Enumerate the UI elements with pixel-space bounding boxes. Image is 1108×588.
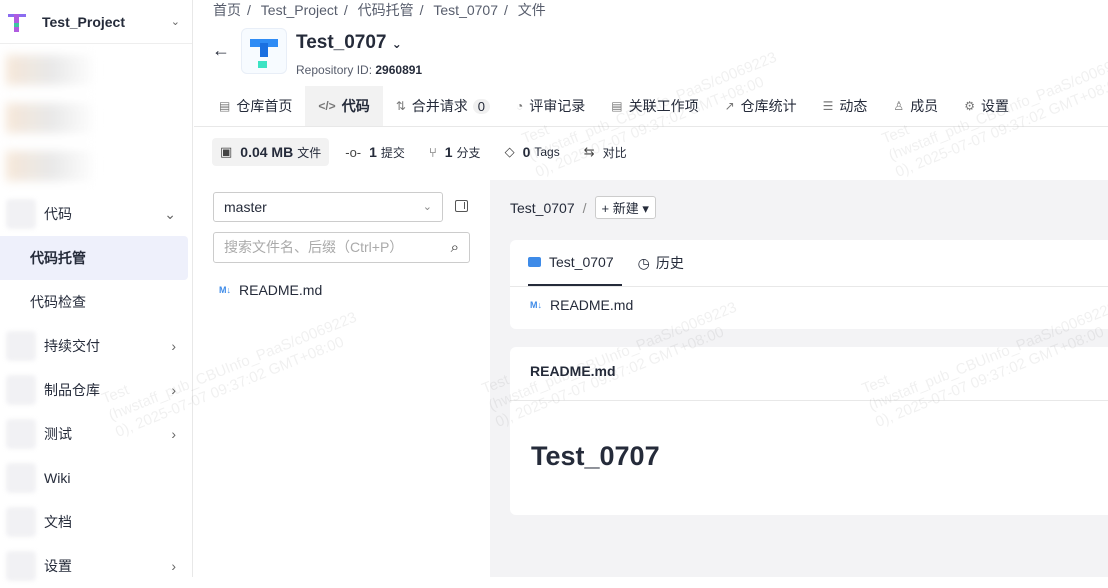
readme-title: README.md (510, 347, 1108, 401)
tab-members[interactable]: ♙ 成员 (880, 86, 951, 126)
merge-icon: ⇅ (395, 99, 406, 113)
stat-compare[interactable]: ⇆ 对比 (576, 138, 635, 166)
content-area: master ⌄ 搜索文件名、后缀（Ctrl+P） ⌕ M↓ README.md Te… (194, 180, 1108, 577)
clock-icon: ◔ (516, 99, 524, 113)
gear-icon: ⚙ (964, 99, 975, 113)
file-list-card: Test_0707 ◷ 历史 M↓ README.md (510, 240, 1108, 329)
count-badge: 0 (472, 98, 490, 114)
tab-settings[interactable]: ⚙ 设置 (951, 86, 1022, 126)
tab-repo-home[interactable]: ▤ 仓库首页 (206, 86, 305, 126)
repo-tabs: ▤ 仓库首页 </> 代码 ⇅ 合并请求 0 ◔ 评审记录 ▤ 关联工作项 ↗ 仓库统计 ☰ 动… (194, 86, 1108, 127)
chevron-right-icon: › (171, 558, 176, 574)
tab-statistics[interactable]: ↗ 仓库统计 (712, 86, 810, 126)
sidebar-item-code-hosting[interactable]: 代码托管 (0, 236, 188, 280)
chevron-right-icon: › (171, 382, 176, 398)
repo-stats: ▣ 0.04 MB 文件 -o- 1 提交 ⑂ 1 分支 ◇ 0 Tags ⇆ 对比 (212, 138, 635, 166)
tab-history[interactable]: ◷ 历史 (638, 240, 692, 286)
file-search-input[interactable]: 搜索文件名、后缀（Ctrl+P） ⌕ (213, 232, 470, 263)
sidebar-item-test[interactable]: 测试 › (0, 412, 192, 456)
tab-merge-requests[interactable]: ⇅ 合并请求 0 (383, 86, 503, 126)
docs-icon (6, 507, 36, 537)
code-icon: </> (318, 99, 336, 113)
chevron-right-icon: › (171, 338, 176, 354)
code-icon (6, 199, 36, 229)
crumb-code-hosting[interactable]: 代码托管 (358, 2, 414, 18)
sidebar-item-docs[interactable]: 文档 (0, 500, 192, 544)
collapse-panel-icon[interactable] (455, 200, 468, 212)
user-icon: ♙ (893, 99, 905, 113)
project-switcher[interactable]: Test_Project ⌄ (0, 0, 192, 44)
list-icon: ☰ (822, 99, 834, 113)
chevron-down-icon: ⌄ (391, 37, 402, 51)
stat-size[interactable]: ▣ 0.04 MB 文件 (212, 138, 330, 166)
stat-branches[interactable]: ⑂ 1 分支 (421, 138, 489, 166)
repo-logo-icon (241, 28, 287, 74)
file-tree-item[interactable]: M↓ README.md (219, 282, 322, 298)
markdown-icon: M↓ (530, 300, 542, 310)
tab-work-items[interactable]: ▤ 关联工作项 (598, 86, 711, 126)
history-icon: ◷ (637, 254, 650, 271)
sidebar-blurred-item[interactable] (0, 96, 192, 140)
stat-tags[interactable]: ◇ 0 Tags (497, 138, 568, 166)
sidebar-item-settings[interactable]: 设置 › (0, 544, 192, 588)
readme-card: README.md Test_0707 (510, 347, 1108, 515)
crumb-home[interactable]: 首页 (213, 2, 241, 18)
file-tree-panel: master ⌄ 搜索文件名、后缀（Ctrl+P） ⌕ M↓ README.md (194, 180, 490, 577)
crumb-project[interactable]: Test_Project (261, 2, 338, 18)
chevron-down-icon: ⌄ (422, 201, 432, 213)
document-icon: ▤ (611, 99, 623, 113)
tab-activity[interactable]: ☰ 动态 (810, 86, 881, 126)
delivery-icon (6, 331, 36, 361)
chevron-down-icon: ⌄ (170, 16, 180, 28)
breadcrumb: 首页 / Test_Project / 代码托管 / Test_0707/ 文件 (213, 2, 546, 18)
sidebar-item-code-check[interactable]: 代码检查 (0, 280, 192, 324)
compare-icon: ⇆ (583, 144, 595, 159)
chevron-right-icon: › (171, 426, 176, 442)
main: 首页 / Test_Project / 代码托管 / Test_0707/ 文件 ← … (194, 0, 1108, 577)
test-icon (6, 419, 36, 449)
sidebar-item-wiki[interactable]: Wiki (0, 456, 192, 500)
tab-code[interactable]: </> 代码 (305, 86, 383, 126)
sidebar-item-delivery[interactable]: 持续交付 › (0, 324, 192, 368)
markdown-icon: M↓ (219, 285, 231, 295)
sidebar-item-code[interactable]: 代码 ⌄ (0, 192, 192, 236)
file-icon: ▣ (220, 144, 233, 159)
crumb-files: 文件 (517, 2, 546, 18)
new-button[interactable]: + 新建 ▾ (594, 196, 656, 219)
tag-icon: ◇ (504, 144, 515, 159)
tab-files[interactable]: Test_0707 (528, 240, 622, 286)
repo-name[interactable]: Test_0707 ⌄ (296, 32, 402, 54)
branch-select[interactable]: master ⌄ (213, 192, 443, 222)
project-logo-icon (8, 11, 26, 33)
tab-reviews[interactable]: ◔ 评审记录 (503, 86, 598, 126)
artifact-icon (6, 375, 36, 405)
readme-heading: Test_0707 (531, 441, 660, 471)
repo-id: Repository ID: 2960891 (296, 63, 423, 77)
back-arrow-icon[interactable]: ← (212, 40, 230, 61)
crumb-repo[interactable]: Test_0707 (433, 2, 498, 18)
chart-icon: ↗ (724, 99, 735, 113)
chevron-down-icon: ⌄ (164, 205, 176, 222)
search-icon: ⌕ (450, 239, 459, 256)
sidebar-item-artifacts[interactable]: 制品仓库 › (0, 368, 192, 412)
stat-commits[interactable]: -o- 1 提交 (337, 138, 413, 166)
sidebar-blurred-item[interactable] (0, 48, 192, 92)
file-list-item[interactable]: M↓ README.md (510, 287, 1108, 323)
path-bar: Test_0707/ + 新建 ▾ (510, 196, 656, 219)
folder-icon (528, 257, 541, 267)
branch-icon: ⑂ (428, 144, 437, 160)
commit-icon: -o- (345, 144, 362, 160)
file-icon: ▤ (219, 99, 231, 113)
sidebar: Test_Project ⌄ 代码 ⌄ 代码托管 代码检查 持续交付 › 制品仓库 ›… (0, 0, 193, 581)
project-name: Test_Project (42, 13, 125, 30)
wiki-icon (6, 463, 36, 493)
path-root[interactable]: Test_0707 (510, 200, 575, 216)
sidebar-blurred-item[interactable] (0, 144, 192, 188)
